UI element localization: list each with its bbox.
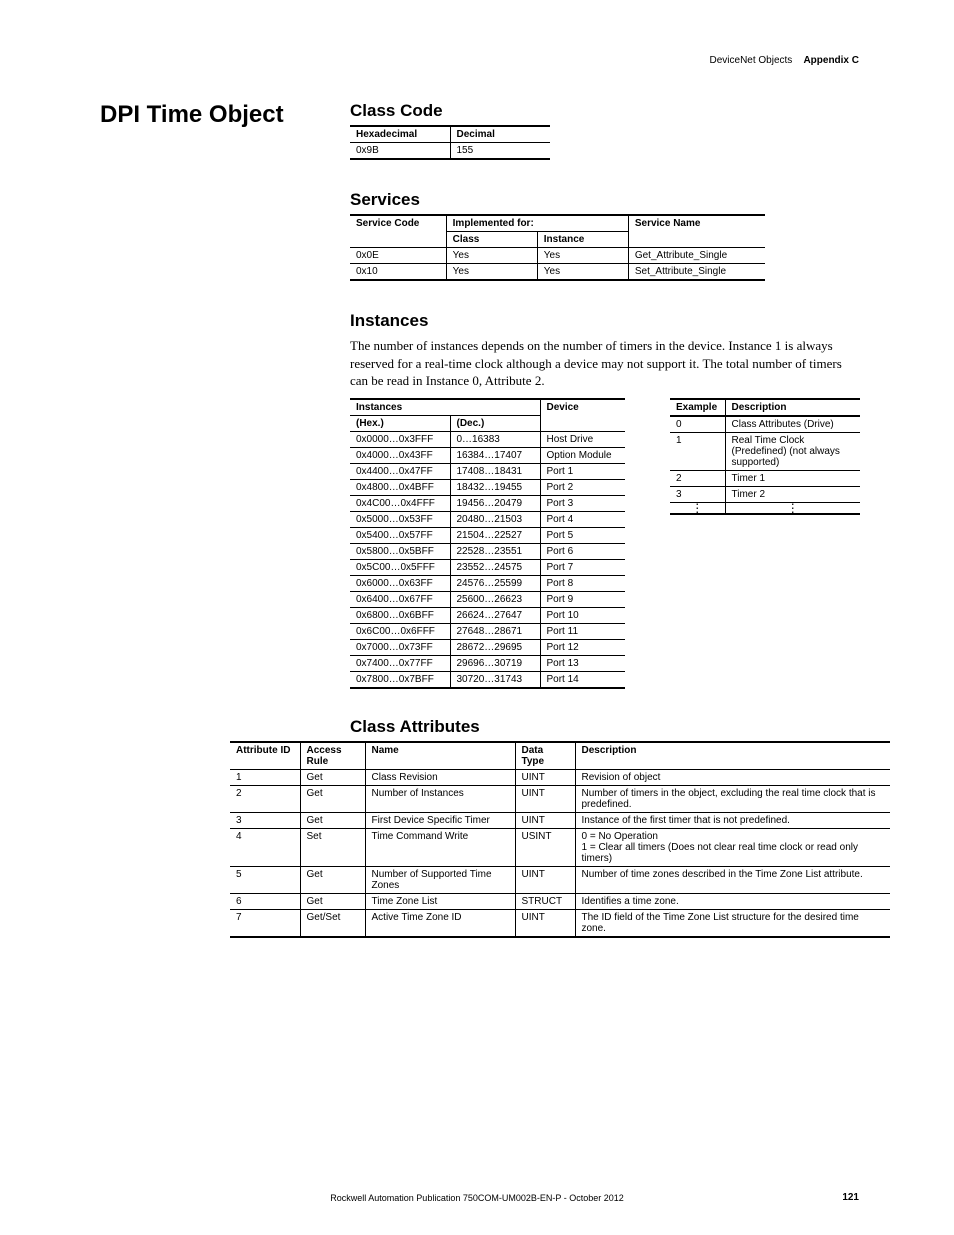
instances-heading: Instances xyxy=(350,311,860,331)
table-row: 0x6C00…0x6FFF27648…28671Port 11 xyxy=(350,623,625,639)
table-row: 3GetFirst Device Specific TimerUINTInsta… xyxy=(230,812,890,828)
class-attributes-heading: Class Attributes xyxy=(350,717,859,737)
ca-col-type: Data Type xyxy=(515,742,575,770)
instances-intro: The number of instances depends on the n… xyxy=(350,337,860,390)
table-row: 0x4000…0x43FF16384…17407Option Module xyxy=(350,447,625,463)
ca-col-desc: Description xyxy=(575,742,890,770)
table-row: 1Real Time Clock (Predefined) (not alway… xyxy=(670,432,860,470)
ir-head-desc: Description xyxy=(725,399,860,416)
table-row: 0x4400…0x47FF17408…18431Port 1 xyxy=(350,463,625,479)
table-row: 0x6000…0x63FF24576…25599Port 8 xyxy=(350,575,625,591)
svc-col-instance: Instance xyxy=(537,232,628,248)
page-number: 121 xyxy=(842,1192,859,1203)
top-section: DPI Time Object Class Code Hexadecimal D… xyxy=(100,101,859,689)
services-table: Service Code Implemented for: Service Na… xyxy=(350,214,765,281)
instances-left-table: Instances Device (Hex.) (Dec.) 0x0000…0x… xyxy=(350,398,625,689)
table-row: 0x5C00…0x5FFF23552…24575Port 7 xyxy=(350,559,625,575)
header-right: Appendix C xyxy=(803,55,859,66)
table-row: 0x7000…0x73FF28672…29695Port 12 xyxy=(350,639,625,655)
svc-col-name: Service Name xyxy=(628,215,765,248)
table-row: ⋮⋮ xyxy=(670,502,860,514)
page: DeviceNet Objects Appendix C DPI Time Ob… xyxy=(0,0,954,1235)
table-row: 0x4C00…0x4FFF19456…20479Port 3 xyxy=(350,495,625,511)
instances-right-table: Example Description 0Class Attributes (D… xyxy=(670,398,860,515)
class-attributes-section: Class Attributes Attribute ID Access Rul… xyxy=(100,717,859,938)
il-head-hex: (Hex.) xyxy=(350,415,450,431)
table-row: 0x6800…0x6BFF26624…27647Port 10 xyxy=(350,607,625,623)
cc-col-dec: Decimal xyxy=(450,126,550,143)
instances-tables: Instances Device (Hex.) (Dec.) 0x0000…0x… xyxy=(350,398,860,689)
table-row: 0x7400…0x77FF29696…30719Port 13 xyxy=(350,655,625,671)
services-heading: Services xyxy=(350,190,860,210)
table-row: 0x9B 155 xyxy=(350,143,550,160)
table-row: 3Timer 2 xyxy=(670,486,860,502)
table-row: 4SetTime Command WriteUSINT0 = No Operat… xyxy=(230,828,890,866)
class-code-table: Hexadecimal Decimal 0x9B 155 xyxy=(350,125,550,160)
table-row: 0x5800…0x5BFF22528…23551Port 6 xyxy=(350,543,625,559)
ca-col-id: Attribute ID xyxy=(230,742,300,770)
svc-col-code: Service Code xyxy=(350,215,446,248)
page-title: DPI Time Object xyxy=(100,101,310,129)
class-code-heading: Class Code xyxy=(350,101,860,121)
table-row: 0x5000…0x53FF20480…21503Port 4 xyxy=(350,511,625,527)
footer-text: Rockwell Automation Publication 750COM-U… xyxy=(0,1193,954,1203)
class-attributes-table: Attribute ID Access Rule Name Data Type … xyxy=(230,741,890,938)
table-row: 0x6400…0x67FF25600…26623Port 9 xyxy=(350,591,625,607)
ca-col-name: Name xyxy=(365,742,515,770)
svc-col-impl: Implemented for: xyxy=(446,215,628,232)
il-head-dec: (Dec.) xyxy=(450,415,540,431)
table-row: 2Timer 1 xyxy=(670,470,860,486)
table-row: 0x10YesYesSet_Attribute_Single xyxy=(350,264,765,281)
table-row: 5GetNumber of Supported Time ZonesUINTNu… xyxy=(230,866,890,893)
ca-col-access: Access Rule xyxy=(300,742,365,770)
table-row: 7Get/SetActive Time Zone IDUINTThe ID fi… xyxy=(230,909,890,937)
table-row: 0Class Attributes (Drive) xyxy=(670,416,860,433)
table-row: 0x7800…0x7BFF30720…31743Port 14 xyxy=(350,671,625,688)
table-row: 0x0EYesYesGet_Attribute_Single xyxy=(350,248,765,264)
table-row: 1GetClass RevisionUINTRevision of object xyxy=(230,769,890,785)
ir-head-example: Example xyxy=(670,399,725,416)
table-row: 2GetNumber of InstancesUINTNumber of tim… xyxy=(230,785,890,812)
svc-col-class: Class xyxy=(446,232,537,248)
running-header: DeviceNet Objects Appendix C xyxy=(100,55,859,66)
table-row: 0x4800…0x4BFF18432…19455Port 2 xyxy=(350,479,625,495)
cc-col-hex: Hexadecimal xyxy=(350,126,450,143)
il-head-instances: Instances xyxy=(350,399,540,416)
table-row: 0x0000…0x3FFF0…16383Host Drive xyxy=(350,431,625,447)
table-row: 0x5400…0x57FF21504…22527Port 5 xyxy=(350,527,625,543)
il-head-device: Device xyxy=(540,399,625,432)
header-left: DeviceNet Objects xyxy=(710,55,793,66)
table-row: 6GetTime Zone ListSTRUCTIdentifies a tim… xyxy=(230,893,890,909)
